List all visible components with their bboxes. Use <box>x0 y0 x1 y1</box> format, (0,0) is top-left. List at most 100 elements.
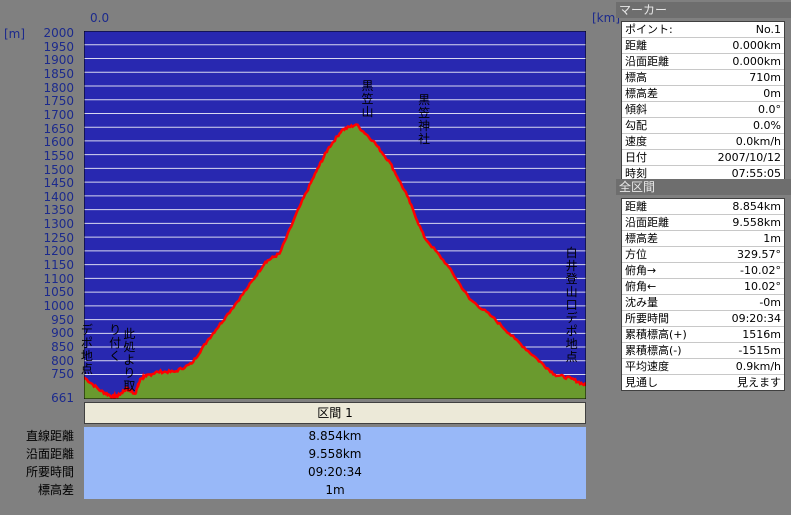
chart-annotation: り付く <box>109 322 122 363</box>
y-tick-label: 1450 <box>43 176 74 191</box>
section-summary-row: 方位 329.57° <box>622 247 784 263</box>
section-summary-key: 所要時間 <box>625 312 669 325</box>
summary-value-surface-distance: 9.558km <box>84 445 586 463</box>
section-summary-row: 見通し 見えます <box>622 375 784 390</box>
section-summary-row: 距離 8.854km <box>622 199 784 215</box>
section-summary-row: 所要時間 09:20:34 <box>622 311 784 327</box>
y-tick-label: 950 <box>51 312 74 327</box>
section-panel-title: 全区間 <box>616 179 791 195</box>
chart-annotation: 黒笠山 <box>361 78 374 119</box>
y-tick-label: 1900 <box>43 53 74 68</box>
section-summary-key: 累積標高(-) <box>625 344 682 357</box>
section-summary-key: 見通し <box>625 376 658 389</box>
marker-row: 距離 0.000km <box>622 38 784 54</box>
chart-annotation: 此処より取 <box>123 326 136 393</box>
section-summary-key: 標高差 <box>625 232 658 245</box>
marker-key: 標高差 <box>625 87 658 100</box>
section-summary-row: 沈み量 -0m <box>622 295 784 311</box>
section-summary-row: 俯角← 10.02° <box>622 279 784 295</box>
section-summary-row: 沿面距離 9.558km <box>622 215 784 231</box>
marker-row: 標高 710m <box>622 70 784 86</box>
section-summary-value: 329.57° <box>737 248 781 261</box>
y-tick-label: 1250 <box>43 230 74 245</box>
y-tick-label: 1000 <box>43 299 74 313</box>
marker-value: 0.0km/h <box>735 135 781 148</box>
section-summary-key: 距離 <box>625 200 647 213</box>
marker-value: 2007/10/12 <box>717 151 781 164</box>
section-summary-value: -1515m <box>738 344 781 357</box>
marker-row: 勾配 0.0% <box>622 118 784 134</box>
summary-label-surface-distance: 沿面距離 <box>25 447 74 461</box>
y-tick-label: 1300 <box>43 217 74 232</box>
marker-key: 沿面距離 <box>625 55 669 68</box>
section-summary-key: 沈み量 <box>625 296 658 309</box>
summary-label-duration: 所要時間 <box>25 465 74 479</box>
summary-value-duration: 09:20:34 <box>84 463 586 481</box>
y-tick-label: 1050 <box>43 285 74 300</box>
section-summary-value: 0.9km/h <box>735 360 781 373</box>
section-summary-value: 09:20:34 <box>731 312 781 325</box>
summary-label-straight-distance: 直線距離 <box>25 429 74 443</box>
section-summary-key: 俯角← <box>625 280 657 293</box>
y-tick-label: 1550 <box>43 148 74 163</box>
marker-row: 傾斜 0.0° <box>622 102 784 118</box>
marker-key: 距離 <box>625 39 647 52</box>
section-summary-value: 1516m <box>742 328 781 341</box>
marker-value: 0.000km <box>732 39 781 52</box>
marker-key: ポイント: <box>625 23 673 36</box>
y-tick-label: 800 <box>51 353 74 368</box>
elevation-profile-chart[interactable] <box>84 31 586 399</box>
marker-value: 0m <box>763 87 781 100</box>
x-axis-start-label: 0.0 <box>90 11 110 25</box>
section-summary-row: 標高差 1m <box>622 231 784 247</box>
section-summary-value: 10.02° <box>744 280 781 293</box>
chart-annotation: 黒笠神社 <box>418 92 431 146</box>
chart-annotation: 白井登山口デポ地点 <box>565 245 578 364</box>
marker-value: 0.0% <box>753 119 781 132</box>
marker-row: ポイント: No.1 <box>622 22 784 38</box>
section-summary-value: -10.02° <box>740 264 781 277</box>
section-summary-table: 距離 8.854km 沿面距離 9.558km 標高差 1m 方位 329.57° 俯角→ -10… <box>621 198 785 391</box>
y-tick-label: 1600 <box>43 135 74 150</box>
section-summary-value: 見えます <box>737 376 781 389</box>
chart-annotation: デポ地点 <box>80 322 93 376</box>
marker-panel-title: マーカー <box>616 2 791 18</box>
marker-value: 0.000km <box>732 55 781 68</box>
section-summary-value: -0m <box>759 296 781 309</box>
y-tick-label: 1850 <box>43 66 74 81</box>
section-summary-key: 累積標高(+) <box>625 328 687 341</box>
marker-row: 日付 2007/10/12 <box>622 150 784 166</box>
y-tick-label: 1700 <box>43 107 74 122</box>
y-tick-label: 1400 <box>43 189 74 204</box>
marker-value: No.1 <box>755 23 781 36</box>
marker-row: 沿面距離 0.000km <box>622 54 784 70</box>
y-tick-label: 1750 <box>43 94 74 109</box>
summary-label-elevation-diff: 標高差 <box>37 483 74 497</box>
y-tick-label: 1500 <box>43 162 74 177</box>
section-summary-key: 俯角→ <box>625 264 657 277</box>
y-tick-label: 750 <box>51 367 74 382</box>
marker-key: 標高 <box>625 71 647 84</box>
marker-key: 勾配 <box>625 119 647 132</box>
marker-row: 標高差 0m <box>622 86 784 102</box>
marker-key: 傾斜 <box>625 103 647 116</box>
y-tick-label: 850 <box>51 339 74 354</box>
y-tick-label: 1350 <box>43 203 74 218</box>
section-summary-row: 平均速度 0.9km/h <box>622 359 784 375</box>
summary-value-straight-distance: 8.854km <box>84 427 586 445</box>
y-tick-label: 900 <box>51 326 74 341</box>
y-tick-label: 1950 <box>43 39 74 54</box>
marker-row: 速度 0.0km/h <box>622 134 784 150</box>
section-summary-value: 1m <box>763 232 781 245</box>
section-summary-row: 俯角→ -10.02° <box>622 263 784 279</box>
section-summary-row: 累積標高(-) -1515m <box>622 343 784 359</box>
y-tick-label: 661 <box>51 391 74 405</box>
section-summary-key: 方位 <box>625 248 647 261</box>
y-tick-label: 1200 <box>43 244 74 259</box>
section-summary-row: 累積標高(+) 1516m <box>622 327 784 343</box>
y-tick-label: 1150 <box>43 258 74 273</box>
section-header[interactable]: 区間 1 <box>84 402 586 424</box>
summary-value-elevation-diff: 1m <box>84 481 586 499</box>
section-summary-value: 9.558km <box>732 216 781 229</box>
marker-value: 0.0° <box>758 103 781 116</box>
